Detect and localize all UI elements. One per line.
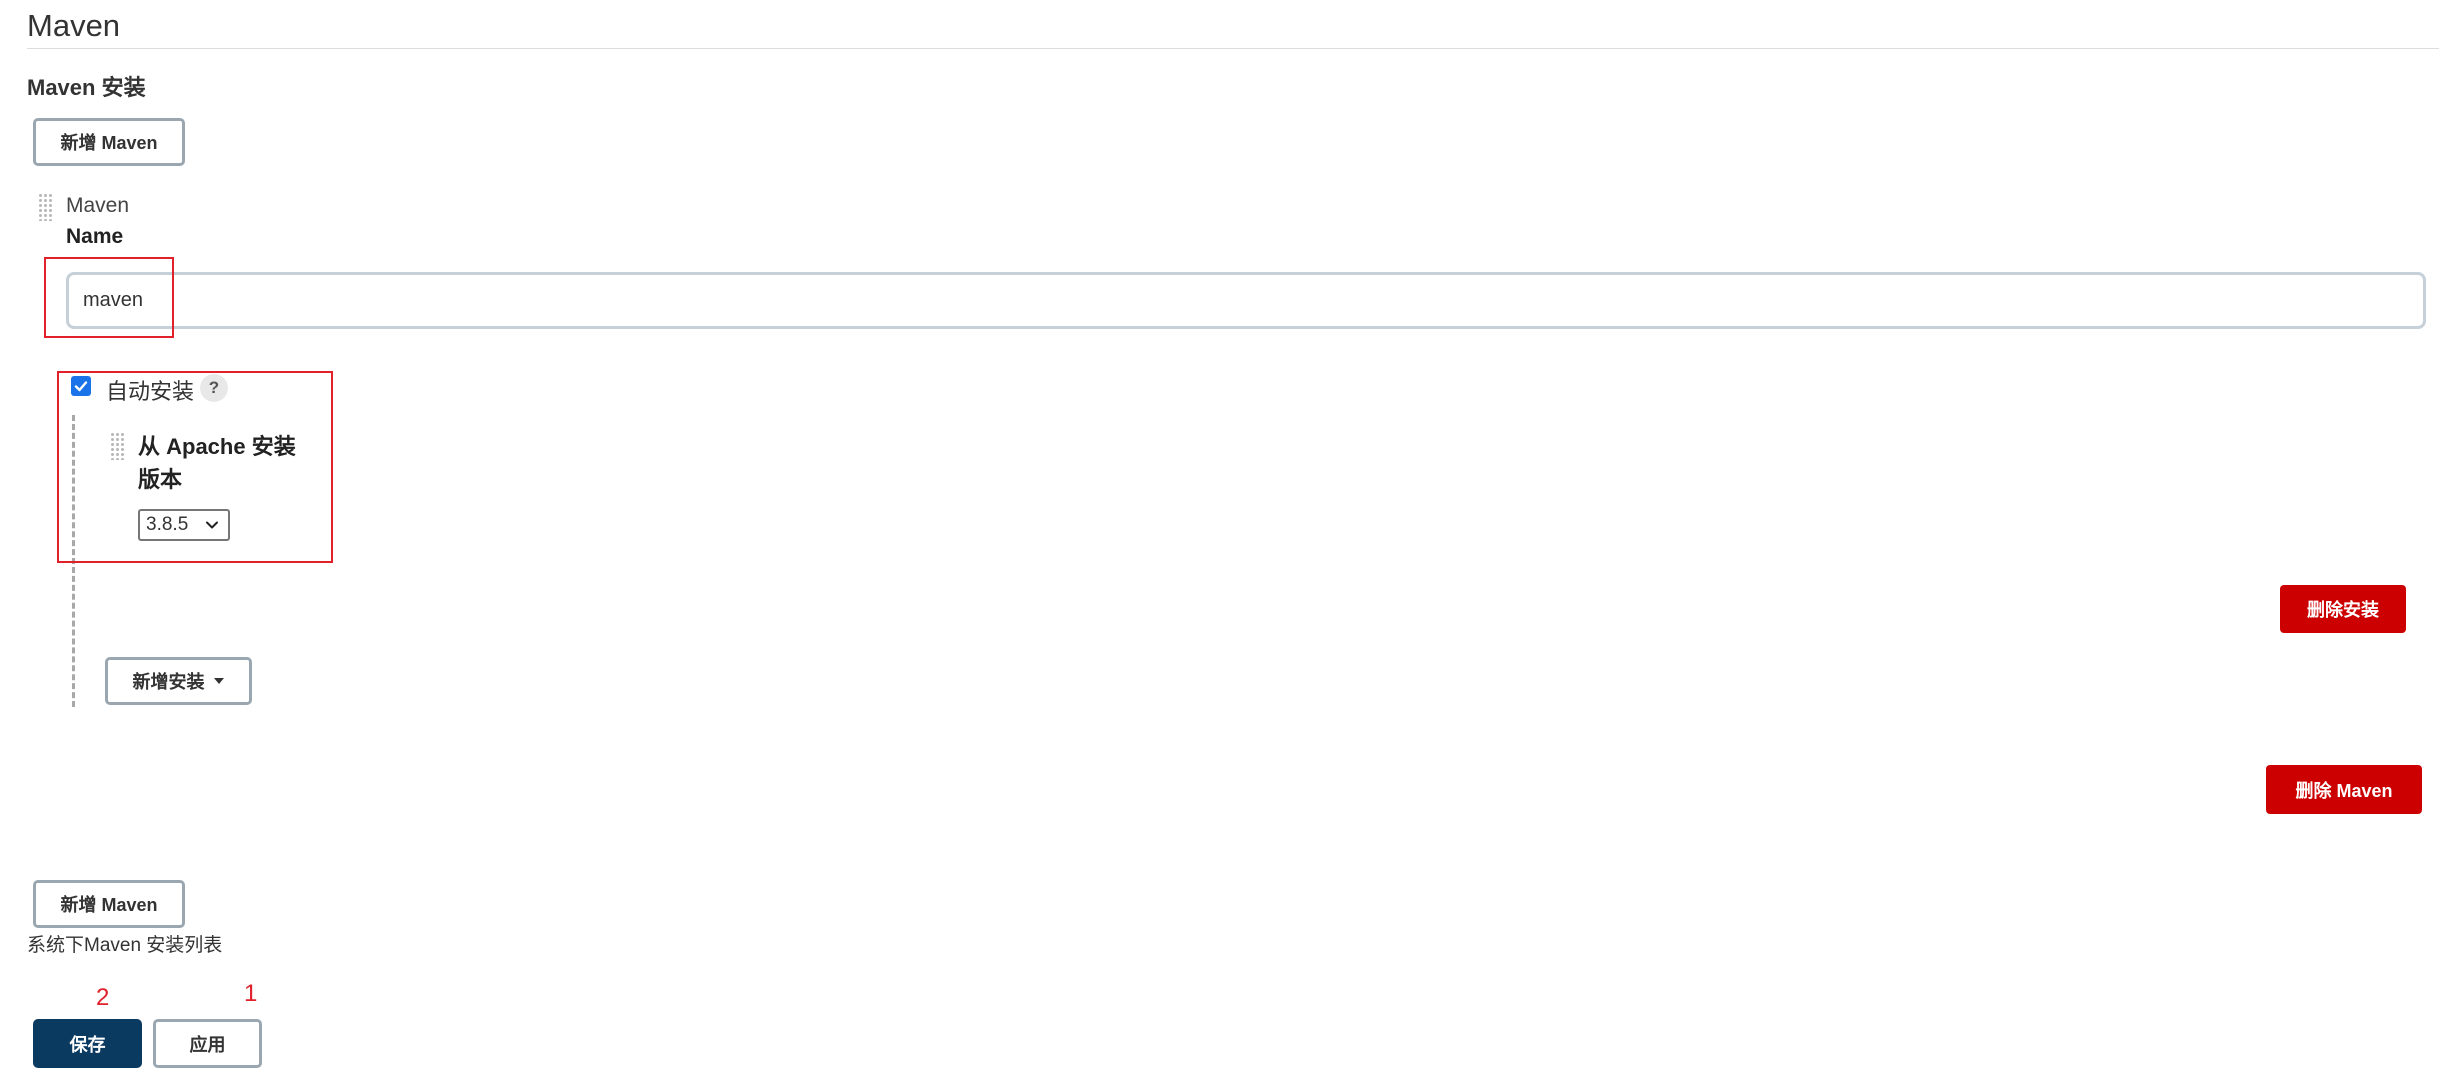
maven-entry-title: Maven [66, 194, 130, 217]
subsection-title: Maven 安装 [27, 75, 146, 100]
delete-installer-button[interactable]: 删除安装 [2280, 585, 2406, 633]
section-title: Maven [27, 8, 121, 43]
annotation-number-apply: 1 [244, 980, 258, 1007]
add-installer-label: 新增安装 [132, 672, 205, 692]
delete-maven-button[interactable]: 删除 Maven [2266, 765, 2422, 814]
name-label: Name [66, 225, 124, 248]
section-divider [27, 48, 2439, 49]
name-input[interactable] [66, 272, 2426, 329]
add-maven-button-bottom[interactable]: 新增 Maven [33, 880, 185, 928]
add-maven-button-top[interactable]: 新增 Maven [33, 118, 185, 166]
drag-handle-icon[interactable] [38, 193, 54, 221]
save-button[interactable]: 保存 [33, 1019, 142, 1068]
add-installer-button[interactable]: 新增安装 [105, 657, 252, 705]
caret-down-icon [213, 678, 224, 684]
apply-button[interactable]: 应用 [153, 1019, 262, 1068]
maven-list-description: 系统下Maven 安装列表 [27, 935, 223, 956]
annotation-box-auto-install [57, 371, 333, 563]
annotation-number-save: 2 [96, 984, 110, 1011]
annotation-box-name [44, 257, 174, 338]
